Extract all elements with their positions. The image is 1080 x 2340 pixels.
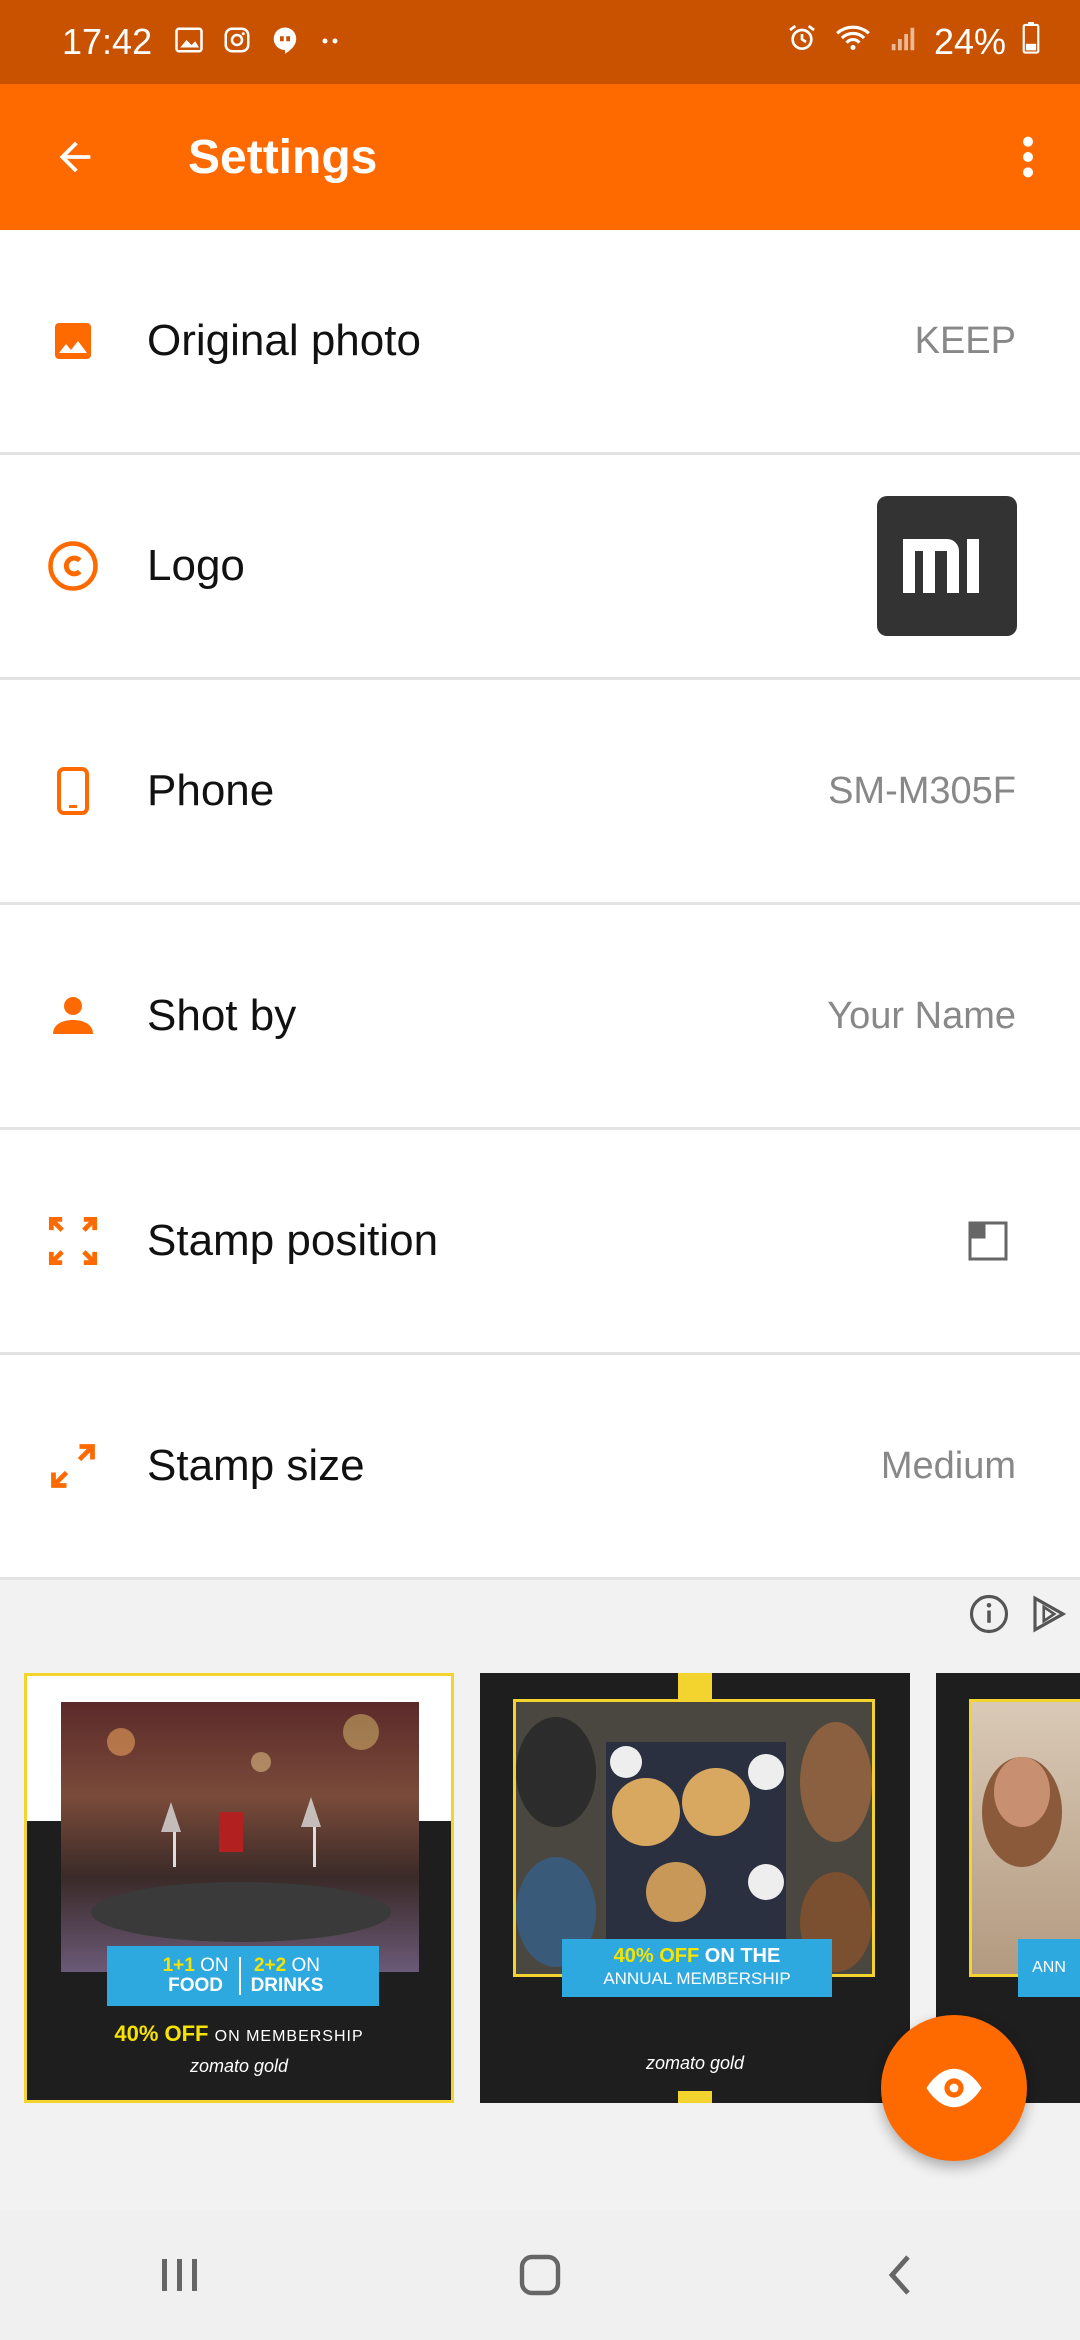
signal-icon [888, 21, 918, 63]
back-nav-button[interactable] [855, 2230, 945, 2320]
alarm-icon [786, 21, 818, 63]
setting-value: KEEP [914, 319, 1016, 362]
recents-button[interactable] [135, 2230, 225, 2320]
ad-card-1[interactable]: 1+1 ON FOOD 2+2 ON DRINKS 40% OFF ON MEM… [24, 1673, 454, 2103]
setting-value: SM-M305F [828, 769, 1016, 812]
ad-brand: zomato gold [189, 2056, 289, 2076]
setting-stamp-position[interactable]: Stamp position [0, 1130, 1080, 1355]
friends-pizza-photo [513, 1699, 875, 1977]
recents-icon [162, 2259, 197, 2291]
setting-original-photo[interactable]: Original photo KEEP [0, 230, 1080, 455]
battery-icon [1022, 21, 1040, 63]
setting-label: Original photo [147, 316, 421, 365]
hangouts-icon [270, 25, 300, 60]
info-icon[interactable] [968, 1593, 1010, 1635]
settings-list: Original photo KEEP Logo Phone SM-M305F … [0, 230, 1080, 1580]
system-nav-bar [0, 2210, 1080, 2340]
ad-yellow-tab [678, 2091, 712, 2103]
stamp-position-indicator-icon [968, 1221, 1008, 1261]
person-icon [43, 986, 103, 1046]
mi-logo [903, 539, 979, 593]
copyright-icon [43, 536, 103, 596]
page-title: Settings [188, 130, 378, 184]
instagram-icon [222, 25, 252, 60]
smartphone-icon [43, 761, 103, 821]
back-button[interactable] [40, 122, 110, 192]
setting-value: Medium [880, 1444, 1016, 1487]
back-icon [888, 2255, 910, 2295]
back-arrow-icon [59, 141, 91, 173]
setting-label: Stamp size [147, 1441, 365, 1490]
expand-corners-icon [43, 1211, 103, 1271]
ad-offer-text: 40% OFF ON MEMBERSHIP [114, 2021, 364, 2046]
adchoices-icon[interactable] [1028, 1593, 1070, 1635]
app-bar: Settings [0, 84, 1080, 230]
setting-logo[interactable]: Logo [0, 455, 1080, 680]
more-vert-icon [1023, 136, 1033, 178]
status-time: 17:42 [62, 21, 153, 62]
battery-percent: 24% [933, 21, 1006, 62]
setting-label: Shot by [147, 991, 297, 1040]
home-icon [519, 2254, 561, 2296]
ad-brand: zomato gold [645, 2053, 745, 2073]
ad-promo-banner: ANN [1018, 1939, 1080, 1997]
setting-value: Your Name [827, 994, 1016, 1037]
setting-shot-by[interactable]: Shot by Your Name [0, 905, 1080, 1130]
image-icon [43, 311, 103, 371]
setting-label: Logo [147, 541, 245, 590]
setting-stamp-size[interactable]: Stamp size Medium [0, 1355, 1080, 1580]
setting-phone[interactable]: Phone SM-M305F [0, 680, 1080, 905]
setting-label: Phone [147, 766, 275, 815]
preview-fab-button[interactable] [881, 2015, 1027, 2161]
resize-diagonal-icon [43, 1436, 103, 1496]
wifi-icon [834, 21, 872, 63]
logo-preview[interactable] [877, 496, 1017, 636]
status-notification-icons [174, 25, 342, 60]
status-system-icons: 24% [786, 21, 1040, 63]
ad-promo-banner: 1+1 ON FOOD 2+2 ON DRINKS [107, 1946, 379, 2006]
dots-icon [318, 33, 342, 51]
gallery-icon [174, 25, 204, 60]
eye-icon [926, 2068, 982, 2108]
status-bar: 17:42 24% [0, 0, 1080, 84]
people-photo [969, 1699, 1080, 1977]
ad-card-2[interactable]: 40% OFF ON THE ANNUAL MEMBERSHIP zomato … [480, 1673, 910, 2103]
setting-label: Stamp position [147, 1216, 439, 1265]
ad-promo-banner: 40% OFF ON THE ANNUAL MEMBERSHIP [562, 1939, 832, 1997]
restaurant-table-photo [61, 1702, 419, 1972]
home-button[interactable] [495, 2230, 585, 2320]
overflow-menu-button[interactable] [998, 117, 1058, 197]
